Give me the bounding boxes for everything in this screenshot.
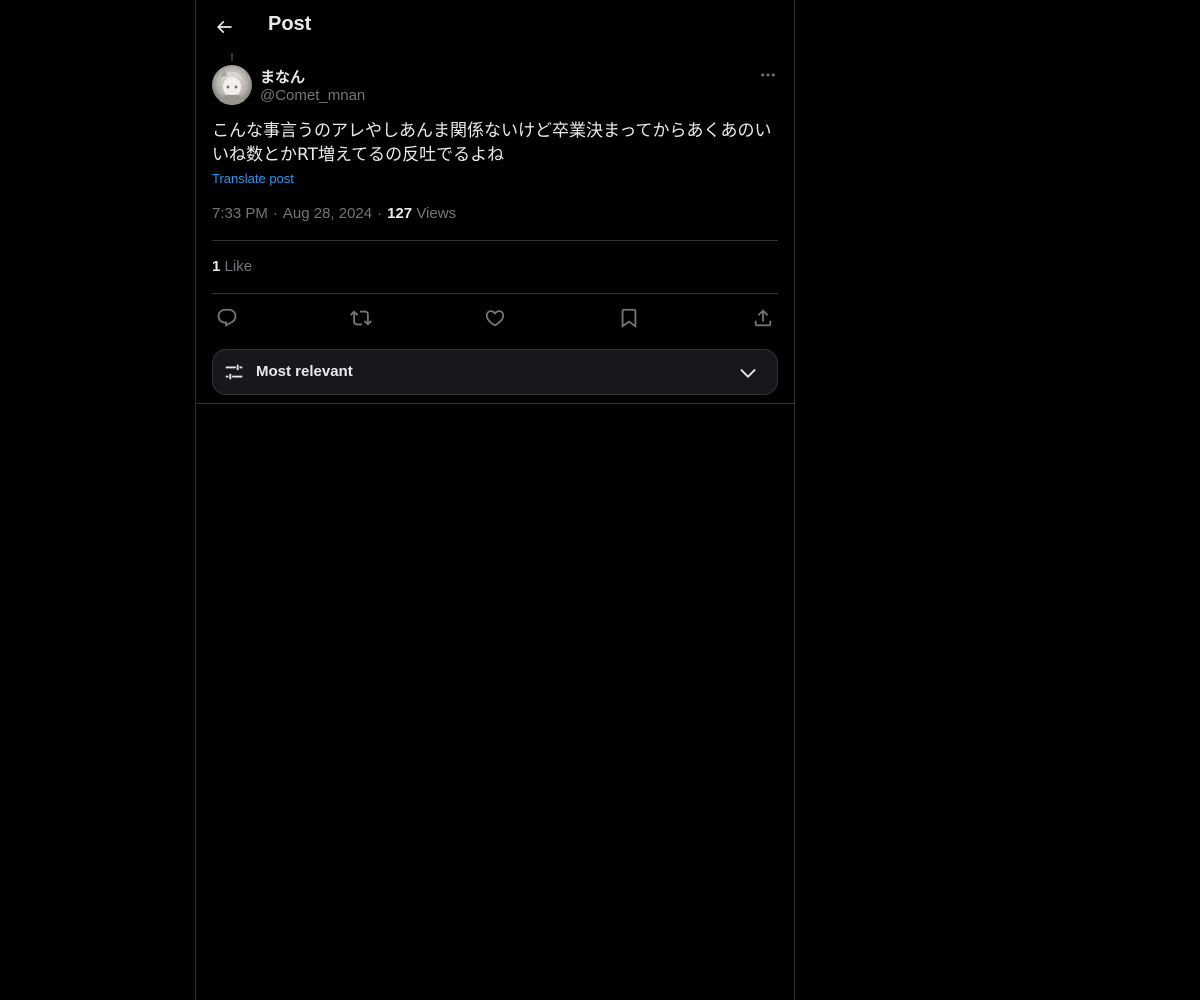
heart-icon xyxy=(484,307,506,329)
translate-post-link[interactable]: Translate post xyxy=(212,171,294,186)
views-count: 127 xyxy=(387,205,413,222)
page-title: Post xyxy=(268,13,312,35)
author-handle[interactable]: @Comet_mnan xyxy=(260,87,365,104)
post-text: こんな事言うのアレやしあんま関係ないけど卒業決まってからあくあのいいね数とかRT… xyxy=(212,121,772,165)
divider xyxy=(212,293,778,294)
bookmark-button[interactable] xyxy=(615,304,643,332)
likes-label: Like xyxy=(224,258,253,275)
meta-separator: · xyxy=(377,205,383,222)
more-options-button[interactable] xyxy=(756,64,780,86)
divider xyxy=(212,240,778,241)
likes-count: 1 xyxy=(212,258,221,275)
arrow-left-icon xyxy=(214,17,234,37)
retweet-button[interactable] xyxy=(347,304,375,332)
post-date[interactable]: Aug 28, 2024 xyxy=(283,205,372,222)
chevron-down-icon xyxy=(737,362,759,384)
header-bar: Post xyxy=(196,0,794,53)
thread-connector-line xyxy=(231,53,233,61)
sliders-icon xyxy=(223,361,245,383)
like-button[interactable] xyxy=(481,304,509,332)
share-icon xyxy=(752,307,774,329)
post-time[interactable]: 7:33 PM xyxy=(212,205,268,222)
avatar[interactable] xyxy=(212,65,252,105)
post-meta: 7:33 PM · Aug 28, 2024 · 127 Views xyxy=(212,205,456,222)
author-display-name[interactable]: まなん xyxy=(260,66,305,87)
views-label: Views xyxy=(416,205,457,222)
reply-icon xyxy=(216,307,238,329)
sort-label: Most relevant xyxy=(256,363,353,380)
divider xyxy=(196,403,794,404)
main-column: Post まなん @Comet_mnan こんな事言うのアレやしあんま関係ないけ… xyxy=(195,0,795,1000)
reply-button[interactable] xyxy=(213,304,241,332)
more-horizontal-icon xyxy=(759,66,777,84)
sort-replies-dropdown[interactable]: Most relevant xyxy=(212,349,778,395)
share-button[interactable] xyxy=(749,304,777,332)
back-button[interactable] xyxy=(207,10,241,44)
likes-summary[interactable]: 1 Like xyxy=(212,258,252,275)
retweet-icon xyxy=(350,307,372,329)
meta-separator: · xyxy=(272,205,278,222)
bookmark-icon xyxy=(618,307,640,329)
